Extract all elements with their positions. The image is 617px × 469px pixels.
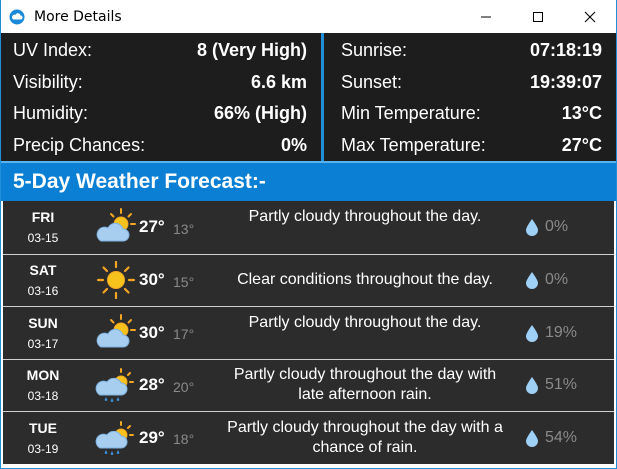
precip-chances-row: Precip Chances: 0% bbox=[13, 130, 307, 162]
low-temp: 13° bbox=[173, 220, 195, 237]
high-temp: 28° bbox=[139, 375, 165, 395]
humidity-row: Humidity: 66% (High) bbox=[13, 98, 307, 130]
forecast-day: TUE 03-19 bbox=[5, 420, 81, 456]
raindrop-icon bbox=[526, 377, 538, 395]
forecast-list: FRI 03-15 27° 13° Partly cloudy througho… bbox=[1, 201, 616, 464]
forecast-description: Partly cloudy throughout the day. bbox=[248, 314, 482, 331]
rain-sun-icon bbox=[95, 368, 134, 403]
sunset-label: Sunset: bbox=[341, 71, 403, 92]
precip-percent: 54% bbox=[545, 428, 578, 446]
max-temperature-row: Max Temperature: 27°C bbox=[341, 130, 602, 162]
precip-chance: 0% bbox=[525, 218, 569, 237]
forecast-row: MON 03-18 28° 20° Partly cloudy througho… bbox=[3, 358, 614, 411]
forecast-day: SUN 03-17 bbox=[5, 315, 81, 351]
sunset-row: Sunset: 19:39:07 bbox=[341, 67, 602, 99]
uv-index-row: UV Index: 8 (Very High) bbox=[13, 35, 307, 67]
precip-percent: 51% bbox=[545, 376, 578, 394]
forecast-description: Partly cloudy throughout the day. bbox=[248, 208, 482, 225]
low-temp: 18° bbox=[173, 431, 195, 448]
window-controls bbox=[460, 0, 616, 33]
low-temp: 17° bbox=[173, 326, 195, 343]
uv-index-value: 8 (Very High) bbox=[196, 40, 307, 61]
visibility-label: Visibility: bbox=[13, 71, 83, 92]
forecast-day: FRI 03-15 bbox=[5, 209, 81, 245]
day-name: FRI bbox=[31, 209, 55, 226]
visibility-value: 6.6 km bbox=[250, 71, 307, 92]
forecast-header: 5-Day Weather Forecast:- bbox=[1, 161, 616, 201]
high-temp: 30° bbox=[139, 322, 165, 342]
min-temperature-value: 13°C bbox=[561, 103, 602, 124]
precip-chances-label: Precip Chances: bbox=[13, 134, 146, 155]
forecast-row: FRI 03-15 27° 13° Partly cloudy througho… bbox=[3, 201, 614, 254]
day-date: 03-16 bbox=[27, 284, 59, 299]
cloud-icon bbox=[9, 9, 25, 25]
raindrop-icon bbox=[526, 272, 538, 290]
maximize-button[interactable] bbox=[512, 0, 564, 33]
day-name: TUE bbox=[29, 419, 57, 436]
raindrop-icon bbox=[526, 219, 538, 237]
forecast-day: MON 03-18 bbox=[5, 367, 81, 403]
min-temperature-label: Min Temperature: bbox=[341, 103, 481, 124]
high-temp: 29° bbox=[139, 427, 165, 447]
more-details-window: More Details UV Index: 8 (Very High) Vis… bbox=[0, 0, 617, 469]
details-panel: UV Index: 8 (Very High) Visibility: 6.6 … bbox=[1, 33, 616, 161]
forecast-row: TUE 03-19 29° 18° Partly cloudy througho… bbox=[3, 411, 614, 464]
title-bar[interactable]: More Details bbox=[1, 0, 616, 33]
minimize-button[interactable] bbox=[460, 0, 512, 33]
humidity-value: 66% (High) bbox=[213, 103, 307, 124]
forecast-description: Partly cloudy throughout the day with la… bbox=[233, 366, 497, 404]
partly-cloudy-icon bbox=[96, 313, 136, 348]
details-right-column: Sunrise: 07:18:19 Sunset: 19:39:07 Min T… bbox=[324, 33, 616, 161]
forecast-description: Partly cloudy throughout the day with a … bbox=[227, 418, 503, 456]
max-temperature-label: Max Temperature: bbox=[341, 134, 486, 155]
day-name: SUN bbox=[28, 314, 58, 331]
precip-chance: 0% bbox=[525, 271, 569, 290]
close-button[interactable] bbox=[564, 0, 616, 33]
uv-index-label: UV Index: bbox=[13, 40, 93, 61]
sunrise-label: Sunrise: bbox=[341, 40, 408, 61]
visibility-row: Visibility: 6.6 km bbox=[13, 67, 307, 99]
day-name: SAT bbox=[29, 262, 57, 279]
day-date: 03-18 bbox=[27, 389, 59, 404]
forecast-row: SAT 03-16 30° 15° Clear conditions throu… bbox=[3, 253, 614, 306]
precip-chances-value: 0% bbox=[280, 134, 307, 155]
sunrise-row: Sunrise: 07:18:19 bbox=[341, 35, 602, 67]
window-title: More Details bbox=[34, 8, 122, 25]
day-date: 03-17 bbox=[27, 336, 59, 351]
rain-sun-icon bbox=[95, 420, 134, 455]
forecast-description: Clear conditions throughout the day. bbox=[237, 271, 493, 289]
sunset-value: 19:39:07 bbox=[529, 71, 602, 92]
low-temp: 20° bbox=[173, 378, 195, 395]
day-name: MON bbox=[26, 367, 60, 384]
humidity-label: Humidity: bbox=[13, 103, 89, 124]
high-temp: 27° bbox=[139, 217, 165, 237]
precip-chance: 54% bbox=[525, 429, 577, 447]
precip-chance: 51% bbox=[525, 376, 578, 395]
high-temp: 30° bbox=[139, 270, 165, 290]
min-temperature-row: Min Temperature: 13°C bbox=[341, 98, 602, 130]
raindrop-icon bbox=[526, 429, 538, 447]
forecast-day: SAT 03-16 bbox=[5, 262, 81, 298]
sun-icon bbox=[96, 261, 136, 300]
precip-percent: 0% bbox=[545, 271, 569, 289]
forecast-row: SUN 03-17 30° 17° Partly cloudy througho… bbox=[3, 306, 614, 359]
precip-percent: 19% bbox=[545, 323, 578, 341]
partly-cloudy-icon bbox=[96, 208, 136, 242]
precip-percent: 0% bbox=[545, 218, 569, 236]
details-left-column: UV Index: 8 (Very High) Visibility: 6.6 … bbox=[1, 33, 321, 161]
raindrop-icon bbox=[526, 324, 538, 342]
day-date: 03-19 bbox=[27, 441, 59, 456]
sunrise-value: 07:18:19 bbox=[529, 40, 602, 61]
max-temperature-value: 27°C bbox=[561, 134, 602, 155]
low-temp: 15° bbox=[173, 273, 195, 290]
precip-chance: 19% bbox=[525, 324, 577, 342]
day-date: 03-15 bbox=[27, 231, 59, 246]
